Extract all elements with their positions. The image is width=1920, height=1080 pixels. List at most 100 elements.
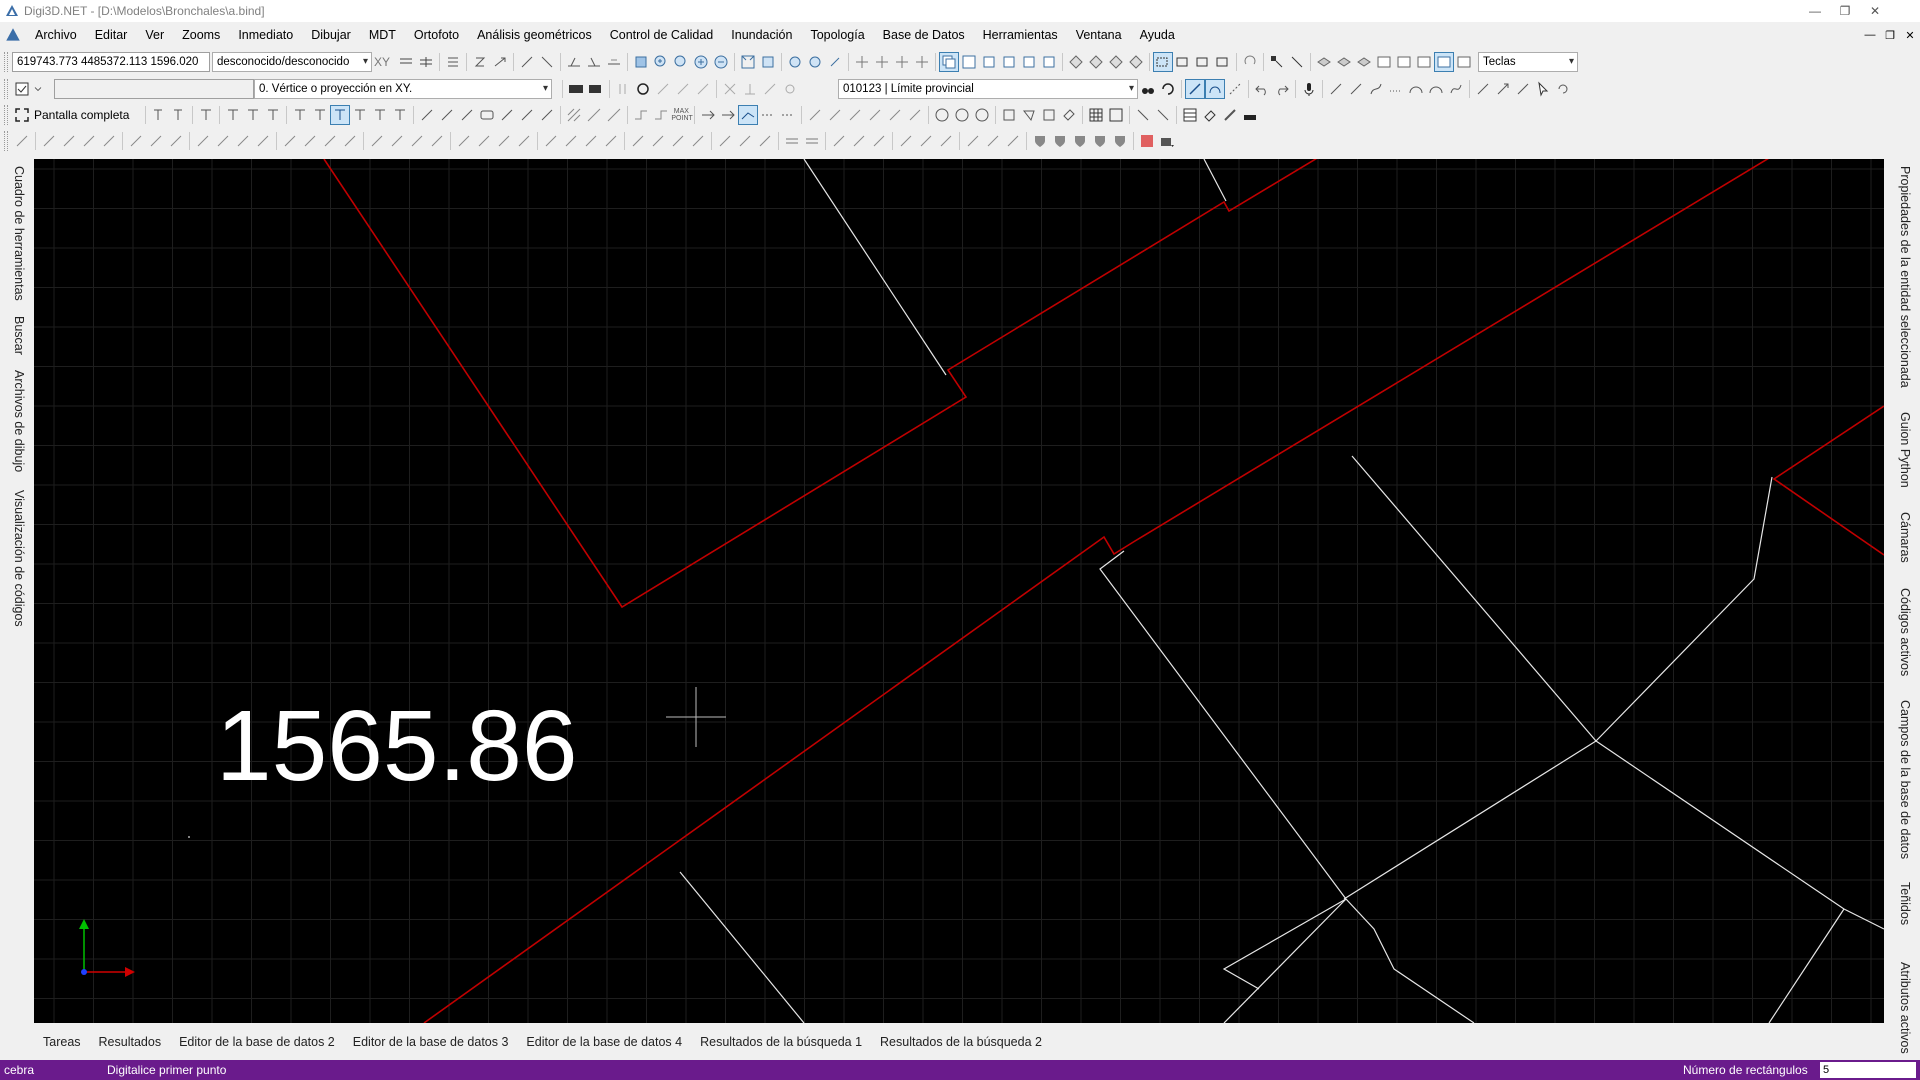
lines-icon[interactable] xyxy=(416,52,436,72)
measure-angle-icon[interactable] xyxy=(584,52,604,72)
window-tile-icon[interactable] xyxy=(959,52,979,72)
xy-tool-icon[interactable] xyxy=(417,105,437,125)
stereo-swap-icon[interactable] xyxy=(1126,52,1146,72)
ruler2-icon[interactable] xyxy=(1220,105,1240,125)
xyz2-tool-icon[interactable] xyxy=(457,105,477,125)
tab-resultados[interactable]: Resultados xyxy=(90,1030,171,1054)
ruler-icon[interactable] xyxy=(604,52,624,72)
edit-ab-icon[interactable] xyxy=(601,131,621,151)
keys-combo[interactable]: Teclas xyxy=(1478,52,1579,72)
edit-aq-icon[interactable] xyxy=(936,131,956,151)
spline-tool-icon[interactable] xyxy=(1446,79,1466,99)
z-arrow-icon[interactable] xyxy=(490,52,510,72)
edit-ad-icon[interactable] xyxy=(648,131,668,151)
window-copy-icon[interactable] xyxy=(979,52,999,72)
trim3-icon[interactable] xyxy=(845,105,865,125)
text-insert-icon[interactable] xyxy=(196,105,216,125)
rect-tool-icon[interactable] xyxy=(1039,105,1059,125)
text-t6-icon[interactable] xyxy=(330,105,351,125)
arrow-line-icon[interactable] xyxy=(1473,79,1493,99)
layer-props-icon[interactable] xyxy=(1394,52,1414,72)
zoom-frame-icon[interactable] xyxy=(758,52,778,72)
window-split-icon[interactable] xyxy=(1039,52,1059,72)
crosshair-move-icon[interactable] xyxy=(892,52,912,72)
edit-af-icon[interactable] xyxy=(688,131,708,151)
trim4-icon[interactable] xyxy=(865,105,885,125)
redo-icon[interactable] xyxy=(1272,79,1292,99)
snap-int-icon[interactable] xyxy=(720,79,740,99)
edit-ar-icon[interactable] xyxy=(963,131,983,151)
keyboard-icon[interactable] xyxy=(566,79,586,99)
edit-at-icon[interactable] xyxy=(1003,131,1023,151)
menu-editar[interactable]: Editar xyxy=(86,24,137,46)
keyboard-dropdown-icon[interactable] xyxy=(586,79,606,99)
menu-ver[interactable]: Ver xyxy=(136,24,173,46)
edit-l-icon[interactable] xyxy=(253,131,273,151)
edit-m-icon[interactable] xyxy=(280,131,300,151)
circle2-tool-icon[interactable] xyxy=(952,105,972,125)
zoom-next-icon[interactable] xyxy=(805,52,825,72)
select-remove-icon[interactable] xyxy=(1193,52,1213,72)
edit-ap-icon[interactable] xyxy=(916,131,936,151)
arrow-dashed2-icon[interactable] xyxy=(778,105,798,125)
text-t7-icon[interactable] xyxy=(350,105,370,125)
edit-d-icon[interactable] xyxy=(79,131,99,151)
max-point-icon[interactable]: MAX POINT xyxy=(671,105,692,125)
text-t5-icon[interactable] xyxy=(310,105,330,125)
bus-tool-icon[interactable] xyxy=(477,105,497,125)
edit-r-icon[interactable] xyxy=(387,131,407,151)
edit-p-icon[interactable] xyxy=(340,131,360,151)
edit-q-icon[interactable] xyxy=(367,131,387,151)
edit-am-icon[interactable] xyxy=(849,131,869,151)
fullscreen-icon[interactable] xyxy=(12,105,32,125)
layer-icon[interactable] xyxy=(1314,52,1334,72)
stack-dropdown-icon[interactable] xyxy=(1157,131,1177,151)
mdi-close-icon[interactable]: ✕ xyxy=(1900,24,1920,46)
zoom-in-icon[interactable] xyxy=(651,52,671,72)
code-combo[interactable]: 010123 | Límite provincial xyxy=(838,79,1138,99)
arc3p-tool-icon[interactable] xyxy=(1426,79,1446,99)
menu-control-de-calidad[interactable]: Control de Calidad xyxy=(601,24,723,46)
window-layers-icon[interactable] xyxy=(1019,52,1039,72)
xy2-tool-icon[interactable] xyxy=(497,105,517,125)
tab-atributos-activos[interactable]: Atributos activos xyxy=(1898,962,1912,1054)
draw-curve-mode-icon[interactable] xyxy=(1205,79,1225,99)
pointer-icon[interactable] xyxy=(1533,79,1553,99)
tab-editor-bd-2[interactable]: Editor de la base de datos 2 xyxy=(170,1030,344,1054)
edit-ao-icon[interactable] xyxy=(896,131,916,151)
snap-center-icon[interactable] xyxy=(780,79,800,99)
stereo-icon[interactable] xyxy=(1066,52,1086,72)
hatch3-icon[interactable] xyxy=(604,105,624,125)
circle-tool-icon[interactable] xyxy=(932,105,952,125)
menu-topologia[interactable]: Topología xyxy=(801,24,873,46)
arrow-right2-icon[interactable] xyxy=(718,105,738,125)
text-left-icon[interactable] xyxy=(169,105,189,125)
window-cascade-icon[interactable] xyxy=(939,52,960,72)
edit-s-icon[interactable] xyxy=(407,131,427,151)
circle3-tool-icon[interactable] xyxy=(972,105,992,125)
shield-b-icon[interactable] xyxy=(1050,131,1070,151)
menu-zooms[interactable]: Zooms xyxy=(173,24,229,46)
command-input[interactable] xyxy=(54,79,254,99)
crosshair-plus-icon[interactable] xyxy=(872,52,892,72)
zoom-window-icon[interactable] xyxy=(631,52,651,72)
polyline-tool-icon[interactable] xyxy=(1346,79,1366,99)
xyz-tool-icon[interactable] xyxy=(437,105,457,125)
window-stack-icon[interactable] xyxy=(999,52,1019,72)
snap-mid-icon[interactable] xyxy=(673,79,693,99)
hatch2-icon[interactable] xyxy=(584,105,604,125)
toolbar-grip[interactable] xyxy=(4,79,8,99)
code-refresh-icon[interactable] xyxy=(1158,79,1178,99)
fullscreen-button[interactable]: Pantalla completa xyxy=(32,108,135,122)
menu-ortofoto[interactable]: Ortofoto xyxy=(405,24,468,46)
edit-e-icon[interactable] xyxy=(99,131,119,151)
edit-i-icon[interactable] xyxy=(193,131,213,151)
refresh-icon[interactable] xyxy=(1553,79,1573,99)
shield-a-icon[interactable] xyxy=(1030,131,1050,151)
mdi-restore-icon[interactable]: ❐ xyxy=(1880,24,1900,46)
edit-aj-icon[interactable] xyxy=(782,131,802,151)
crosshair-snap-icon[interactable] xyxy=(912,52,932,72)
tab-campos-base-datos[interactable]: Campos de la base de datos xyxy=(1898,700,1912,859)
shield-d-icon[interactable] xyxy=(1090,131,1110,151)
edit-t-icon[interactable] xyxy=(427,131,447,151)
